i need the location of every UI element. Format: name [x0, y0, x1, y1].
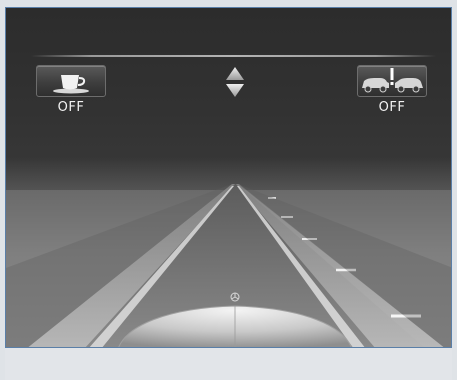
screen: OFF OFF [0, 0, 457, 380]
car-collision-warning-icon [362, 68, 423, 93]
coffee-cup-icon [53, 75, 89, 94]
up-down-arrows-icon [226, 67, 244, 97]
road-scene [6, 184, 451, 347]
attention-assist-button[interactable] [36, 65, 106, 97]
bottom-strip [5, 348, 452, 380]
distance-warning-status: OFF [378, 100, 406, 115]
attention-assist-status: OFF [57, 100, 85, 115]
distance-warning-button[interactable] [357, 65, 427, 97]
display-frame: OFF OFF [5, 7, 452, 348]
up-down-selector[interactable] [224, 65, 246, 99]
top-divider [31, 55, 436, 57]
